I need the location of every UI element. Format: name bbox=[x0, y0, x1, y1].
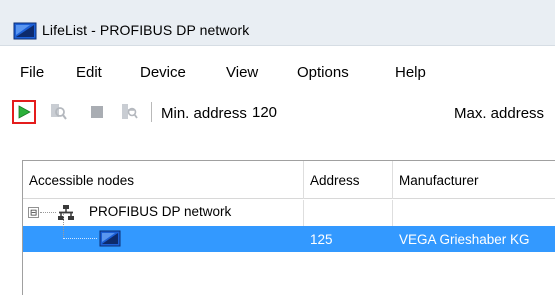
node-label: PROFIBUS DP network bbox=[89, 204, 232, 219]
stop-button[interactable] bbox=[86, 101, 108, 123]
network-icon bbox=[58, 205, 74, 220]
search-network-icon bbox=[122, 104, 138, 119]
app-icon bbox=[13, 22, 37, 40]
menu-help[interactable]: Help bbox=[395, 64, 426, 81]
search-device-button[interactable] bbox=[47, 101, 69, 123]
table-row-device[interactable]: 125 VEGA Grieshaber KG bbox=[23, 213, 555, 252]
lifelist-window: LifeList - PROFIBUS DP network File Edit… bbox=[0, 0, 555, 295]
menu-bar: File Edit Device View Options Help bbox=[0, 46, 555, 90]
search-network-button[interactable] bbox=[118, 101, 140, 123]
search-device-icon bbox=[51, 104, 67, 120]
stop-icon bbox=[91, 106, 103, 118]
manufacturer-cell: VEGA Grieshaber KG bbox=[399, 231, 530, 247]
address-cell bbox=[304, 200, 393, 226]
menu-options[interactable]: Options bbox=[297, 64, 349, 81]
column-header-address[interactable]: Address bbox=[304, 161, 393, 199]
table-header: Accessible nodes Address Manufacturer bbox=[23, 161, 555, 199]
menu-edit[interactable]: Edit bbox=[76, 64, 102, 81]
play-icon bbox=[18, 105, 31, 119]
column-header-manufacturer[interactable]: Manufacturer bbox=[393, 161, 555, 199]
min-address-label: Min. address bbox=[161, 105, 247, 122]
address-cell: 125 bbox=[310, 231, 333, 247]
tree-connector bbox=[63, 238, 97, 239]
device-icon bbox=[99, 230, 121, 247]
nodes-table: Accessible nodes Address Manufacturer ⊟ … bbox=[22, 160, 555, 295]
menu-device[interactable]: Device bbox=[140, 64, 186, 81]
toolbar: Min. address Max. address bbox=[0, 90, 555, 134]
menu-file[interactable]: File bbox=[20, 64, 44, 81]
toolbar-separator bbox=[151, 102, 152, 122]
run-button[interactable] bbox=[13, 101, 35, 123]
collapse-icon[interactable]: ⊟ bbox=[28, 207, 39, 218]
tree-connector bbox=[40, 212, 56, 213]
min-address-input[interactable] bbox=[250, 100, 420, 124]
node-cell: ⊟ PROFIBUS DP network bbox=[23, 200, 304, 226]
menu-view[interactable]: View bbox=[226, 64, 258, 81]
max-address-label: Max. address bbox=[454, 105, 545, 122]
table-row-network[interactable]: ⊟ PROFIBUS DP network bbox=[23, 200, 555, 226]
manufacturer-cell bbox=[393, 200, 555, 226]
tree-connector-vertical bbox=[63, 213, 64, 239]
window-title: LifeList - PROFIBUS DP network bbox=[42, 22, 250, 38]
column-header-accessible-nodes[interactable]: Accessible nodes bbox=[23, 161, 304, 199]
title-bar[interactable]: LifeList - PROFIBUS DP network bbox=[0, 0, 555, 46]
